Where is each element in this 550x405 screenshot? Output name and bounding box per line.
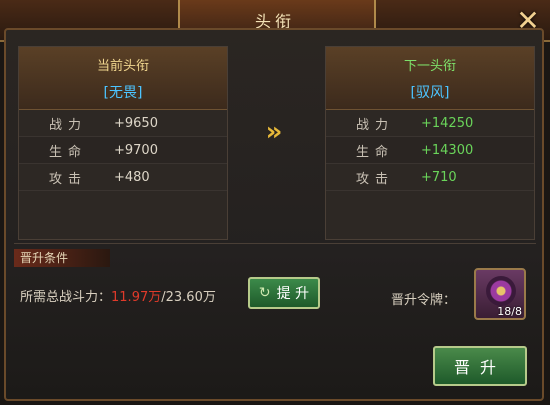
next-title-panel: 下一头衔 [驭风] 战力 +14250 生命 +14300 攻击 +710: [325, 46, 535, 240]
upgrade-button[interactable]: ↻ 提 升: [248, 277, 320, 309]
promotion-token-slot[interactable]: 18/8: [474, 268, 526, 320]
token-label: 晋升令牌：: [391, 293, 457, 308]
stat-row-power: 战力 +14250: [326, 110, 534, 137]
current-title-header: 当前头衔 [无畏]: [19, 47, 227, 110]
next-title-header: 下一头衔 [驭风]: [326, 47, 534, 110]
token-count: 18/8: [497, 305, 522, 318]
stat-name: 生命: [356, 144, 395, 160]
promotion-token-icon: [486, 276, 516, 306]
stat-row-attack: 攻击 +710: [326, 164, 534, 191]
stat-value: +14250: [421, 115, 474, 131]
required-power: 所需总战斗力：11.97万/23.60万: [20, 286, 216, 305]
conditions-header: 晋升条件: [14, 249, 110, 267]
stat-name: 攻击: [356, 171, 395, 187]
current-title-label: 当前头衔: [96, 59, 149, 74]
current-title-value: [无畏]: [103, 85, 143, 101]
upgrade-button-label: 提 升: [276, 286, 310, 302]
stat-row-life: 生命 +9700: [19, 137, 227, 164]
promote-button[interactable]: 晋升: [433, 346, 527, 386]
next-title-value: [驭风]: [410, 85, 450, 101]
current-title-panel: 当前头衔 [无畏] 战力 +9650 生命 +9700 攻击 +480: [18, 46, 228, 240]
stat-value: +9700: [114, 142, 158, 158]
stat-name: 生命: [49, 144, 88, 160]
stat-value: +710: [421, 169, 457, 185]
stat-row-attack: 攻击 +480: [19, 164, 227, 191]
stat-value: +14300: [421, 142, 474, 158]
stat-value: +480: [114, 169, 150, 185]
stat-row-life: 生命 +14300: [326, 137, 534, 164]
title-dialog: 头衔 ✕ 当前头衔 [无畏] 战力 +9650 生命 +9700 攻击 +480…: [0, 0, 550, 405]
section-divider: [14, 243, 536, 244]
stat-name: 攻击: [49, 171, 88, 187]
required-power-value: 23.60万: [165, 290, 216, 305]
required-power-label: 所需总战斗力：: [20, 290, 112, 305]
upgrade-arrow-icon: ↻: [258, 285, 271, 301]
stat-value: +9650: [114, 115, 158, 131]
double-chevron-right-icon: »: [265, 117, 283, 147]
current-power-value: 11.97万: [111, 290, 162, 305]
stat-name: 战力: [356, 117, 395, 133]
stat-row-power: 战力 +9650: [19, 110, 227, 137]
next-title-label: 下一头衔: [403, 59, 456, 74]
stat-name: 战力: [49, 117, 88, 133]
